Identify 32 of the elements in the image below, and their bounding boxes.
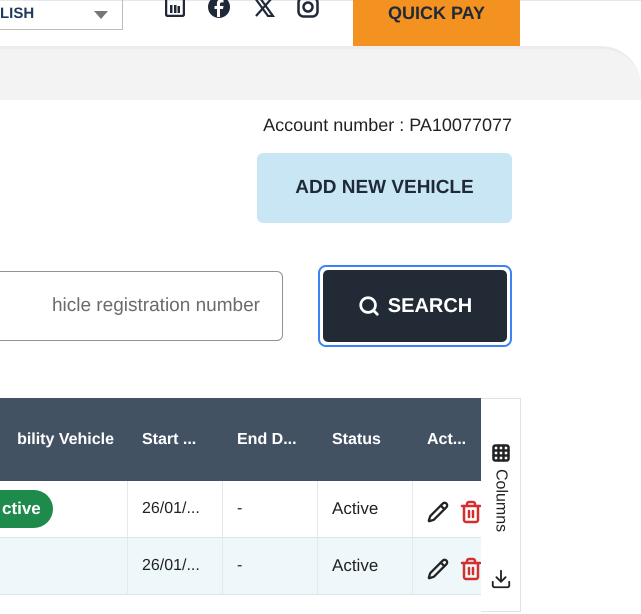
delete-trash-icon[interactable] [459, 557, 481, 581]
search-button[interactable]: SEARCH [318, 265, 512, 347]
column-header[interactable]: Act... [427, 428, 466, 452]
column-header[interactable]: Start ... [142, 428, 196, 452]
download-icon[interactable] [490, 568, 512, 590]
status-cell-text: Active [332, 498, 378, 520]
column-header[interactable]: End D... [237, 428, 297, 452]
status-cell-text: Active [332, 555, 378, 578]
column-header[interactable]: Status [332, 428, 381, 452]
instagram-icon[interactable] [297, 0, 319, 18]
columns-grid-icon[interactable] [490, 443, 510, 463]
account-number: Account number : PA10077077 [263, 114, 512, 137]
x-logo-icon[interactable] [253, 0, 275, 17]
registration-search-field[interactable]: hicle registration number [0, 271, 283, 341]
end-date-cell-text: - [237, 556, 242, 576]
facebook-icon[interactable] [207, 0, 231, 19]
start-date-cell-text: 26/01/... [142, 556, 200, 576]
edit-pencil-icon[interactable] [427, 501, 449, 523]
table-row[interactable]: 26/01/... - Active [0, 538, 481, 595]
start-date-cell-text: 26/01/... [142, 499, 200, 519]
columns-toggle[interactable]: Columns [488, 469, 512, 532]
quick-pay-button[interactable]: QUICK PAY [353, 0, 520, 46]
edit-pencil-icon[interactable] [427, 558, 449, 580]
add-new-vehicle-button[interactable]: ADD NEW VEHICLE [257, 153, 512, 223]
column-header[interactable]: bility Vehicle [17, 428, 114, 452]
language-dropdown[interactable]: LISH [0, 0, 123, 30]
status-badge: ctive [0, 490, 53, 528]
delete-trash-icon[interactable] [459, 500, 481, 524]
dropdown-caret-icon [94, 10, 108, 18]
search-icon [358, 295, 380, 317]
end-date-cell-text: - [237, 499, 242, 519]
table-row[interactable]: ctive 26/01/... - Active [0, 481, 481, 538]
